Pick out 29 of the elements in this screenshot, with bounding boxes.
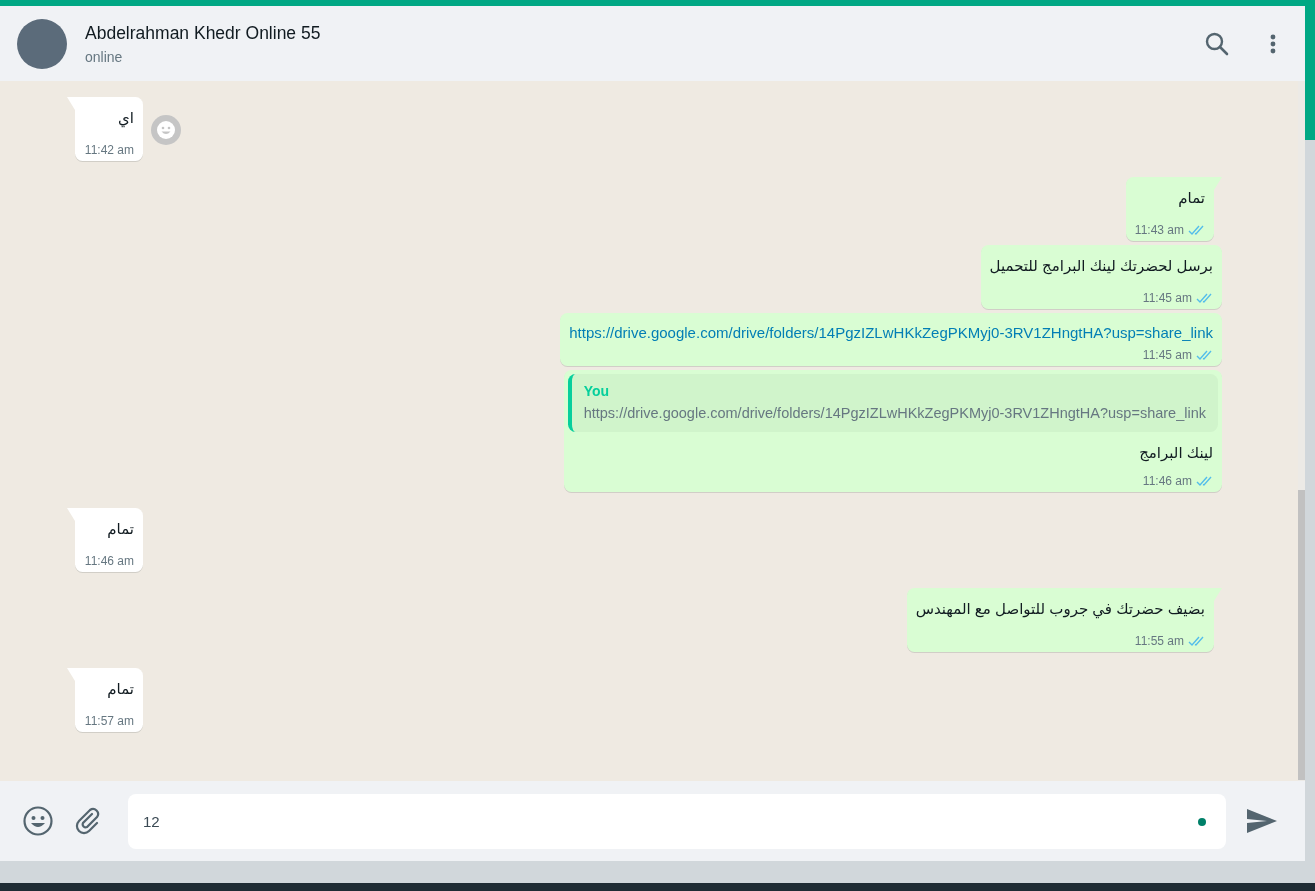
- send-icon[interactable]: [1246, 808, 1278, 834]
- message-text: تمام: [106, 679, 134, 700]
- search-icon[interactable]: [1204, 30, 1230, 57]
- message-text: اي: [117, 108, 134, 129]
- message-time: 11:46 am: [1142, 474, 1192, 488]
- message-time: 11:42 am: [84, 143, 134, 157]
- message-text: لينك البرامج: [1138, 443, 1213, 464]
- message-time: 11:46 am: [84, 554, 134, 568]
- status-dot-icon: [1198, 817, 1206, 826]
- contact-avatar[interactable]: [17, 18, 67, 69]
- quoted-message[interactable]: You https://drive.google.com/drive/folders/14PgzIZLwHKkZegPKMyj0-3RV1ZHngtHA?usp=share_link: [567, 374, 1218, 432]
- message-text: تمام: [1177, 188, 1205, 209]
- scrollbar-thumb[interactable]: [1298, 490, 1305, 780]
- message-text: بضيف حضرتك في جروب للتواصل مع المهندس: [915, 599, 1205, 620]
- quote-author: You: [583, 382, 611, 401]
- message-time: 11:43 am: [1134, 223, 1184, 237]
- quote-text: https://drive.google.com/drive/folders/14PgzIZLwHKkZegPKMyj0-3RV1ZHngtHA?usp=share_link: [583, 404, 1206, 423]
- contact-name: Abdelrahman Khedr Online 55: [85, 21, 322, 45]
- message-time: 11:57 am: [84, 714, 134, 728]
- emoji-icon[interactable]: [23, 806, 53, 836]
- message-text: برسل لحضرتك لينك البرامج للتحميل: [989, 256, 1213, 277]
- message-link[interactable]: https://drive.google.com/drive/folders/14PgzIZLwHKkZegPKMyj0-3RV1ZHngtHA?usp=share_link: [569, 321, 1213, 345]
- message-text: تمام: [106, 519, 134, 540]
- message-time: 11:45 am: [1142, 348, 1192, 362]
- menu-icon[interactable]: [1270, 33, 1276, 54]
- contact-status: online: [85, 47, 124, 67]
- message-time: 11:45 am: [1142, 291, 1192, 305]
- message-time: 11:55 am: [1134, 634, 1184, 648]
- message-input-field[interactable]: 12: [128, 793, 1226, 849]
